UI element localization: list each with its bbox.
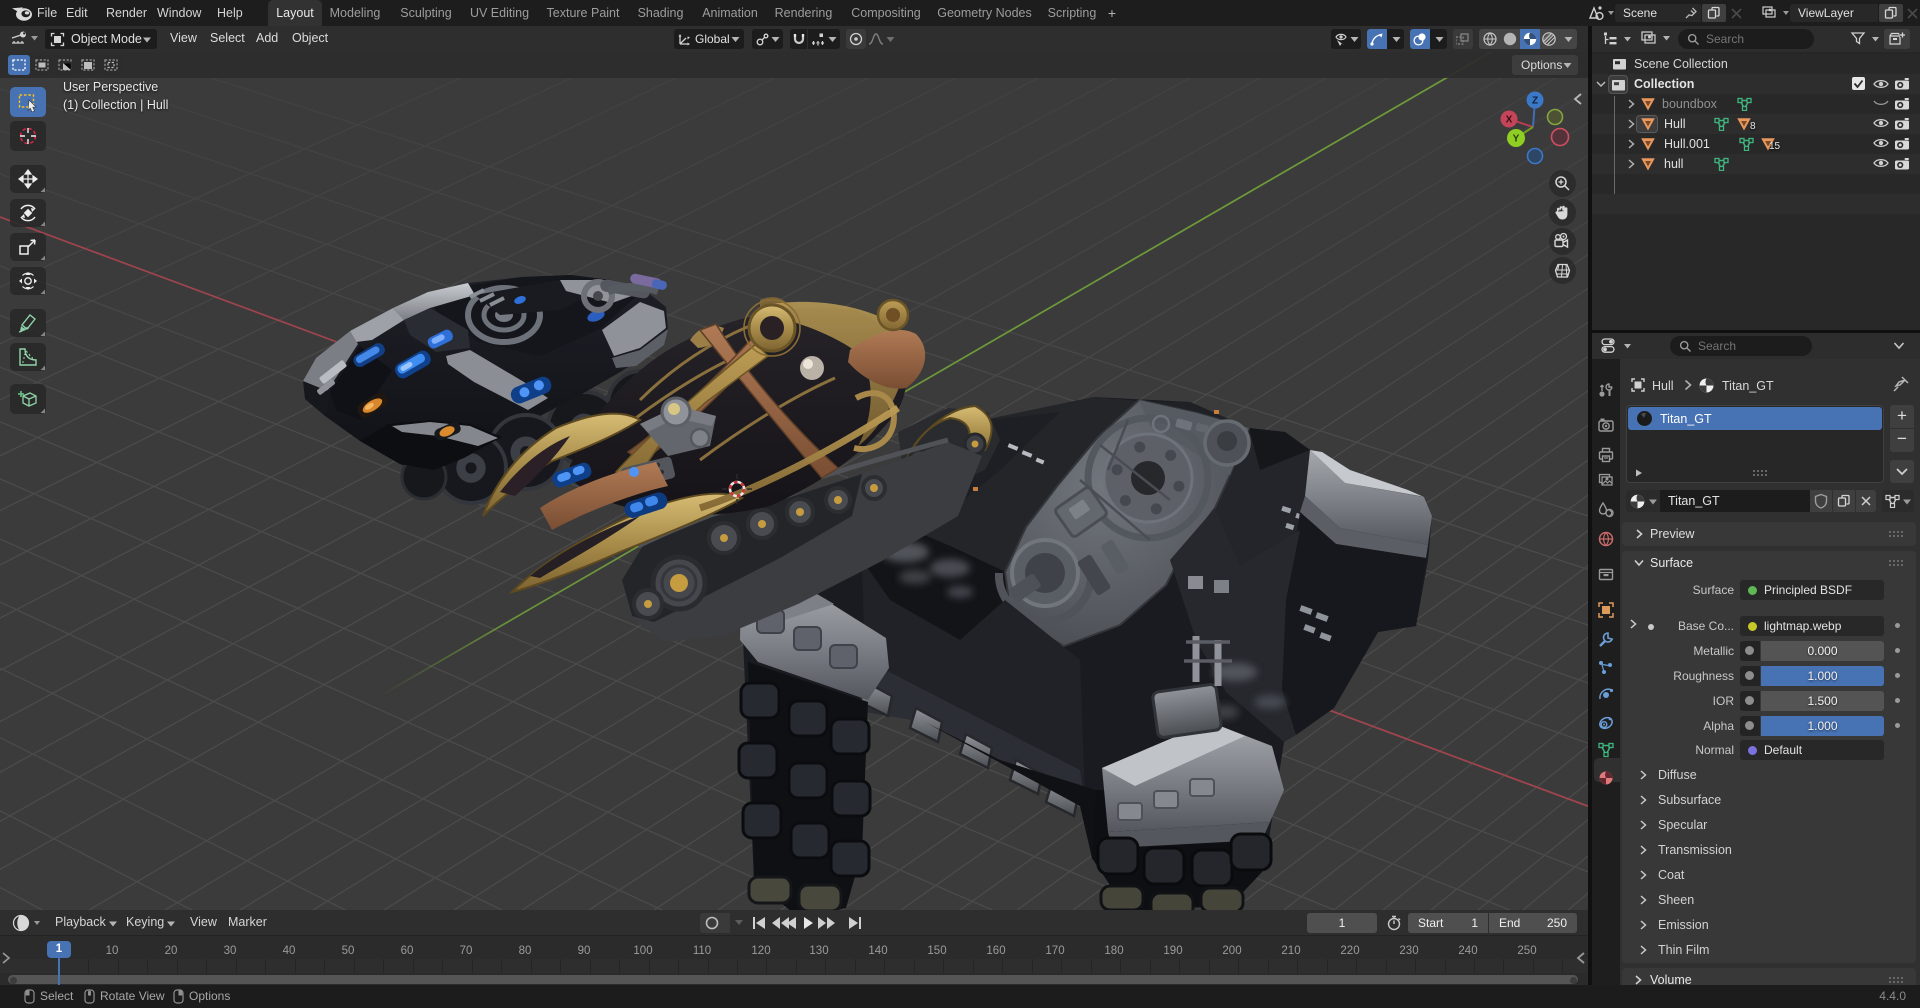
svg-text:Z: Z [1532,96,1538,107]
svg-text:Y: Y [1513,134,1520,145]
svg-text:X: X [1506,115,1513,126]
